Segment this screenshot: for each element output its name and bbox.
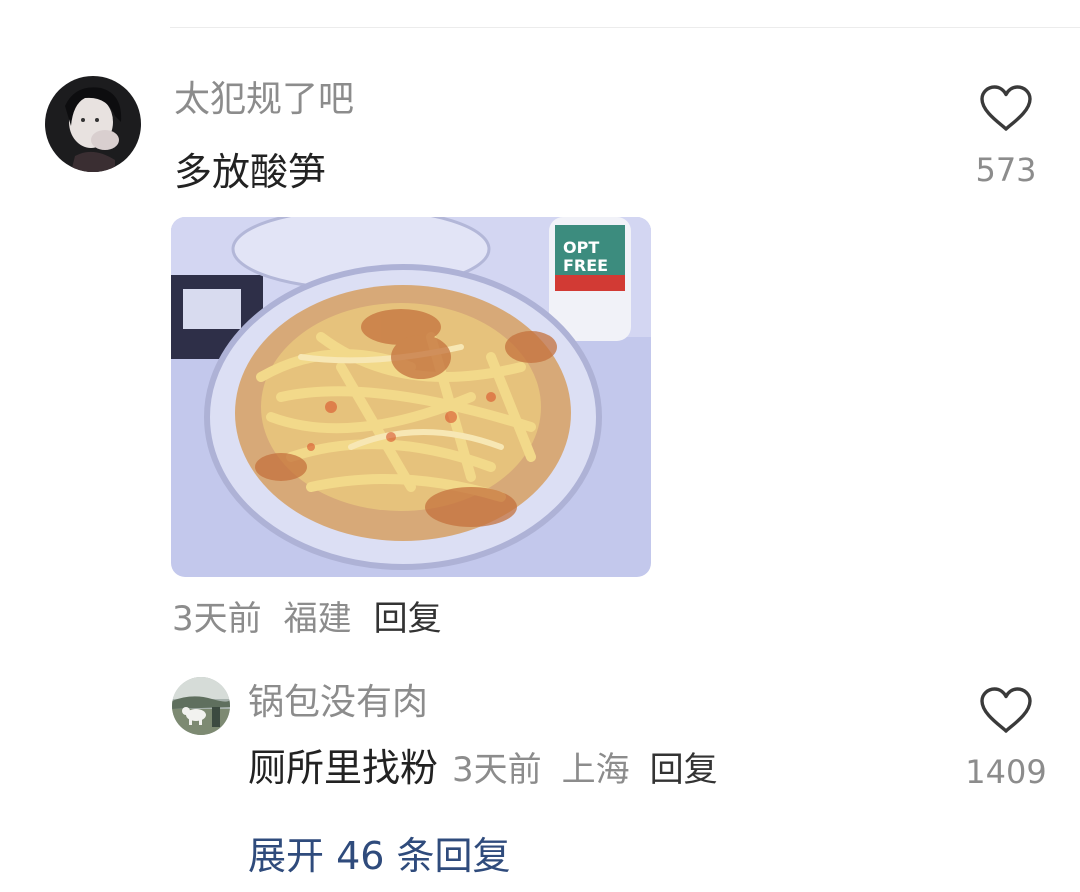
comment-thread: 太犯规了吧 多放酸笋 OPT FREE 3天前 福建 回复 573 锅包没有肉 … (0, 0, 1080, 892)
like-button[interactable]: 1409 (956, 686, 1056, 792)
reply-content: 厕所里找粉 3天前 上海 回复 (248, 744, 718, 794)
comment-text: 多放酸笋 (174, 150, 327, 194)
like-button[interactable]: 573 (956, 84, 1056, 190)
food-photo[interactable]: OPT FREE (171, 217, 651, 577)
reply-time: 3天前 (452, 750, 542, 790)
expand-replies-button[interactable]: 展开 46 条回复 (248, 831, 511, 881)
reply-button[interactable]: 回复 (650, 750, 718, 790)
heart-icon (980, 85, 1032, 131)
comment-username[interactable]: 太犯规了吧 (174, 78, 354, 122)
like-count: 573 (975, 151, 1037, 189)
heart-icon (980, 687, 1032, 733)
like-count: 1409 (965, 753, 1047, 791)
comment-meta: 3天前 福建 回复 (172, 597, 464, 641)
divider (170, 27, 1080, 28)
reply-text: 厕所里找粉 (248, 746, 439, 790)
comment-time: 3天前 (172, 599, 262, 639)
reply-location: 上海 (561, 750, 630, 790)
svg-text:OPT: OPT (563, 238, 599, 257)
comment-location: 福建 (283, 599, 352, 639)
reply-username[interactable]: 锅包没有肉 (248, 681, 428, 725)
svg-text:FREE: FREE (563, 256, 608, 275)
reply-button[interactable]: 回复 (374, 599, 442, 639)
user-avatar[interactable] (45, 76, 141, 172)
user-avatar[interactable] (172, 677, 230, 735)
